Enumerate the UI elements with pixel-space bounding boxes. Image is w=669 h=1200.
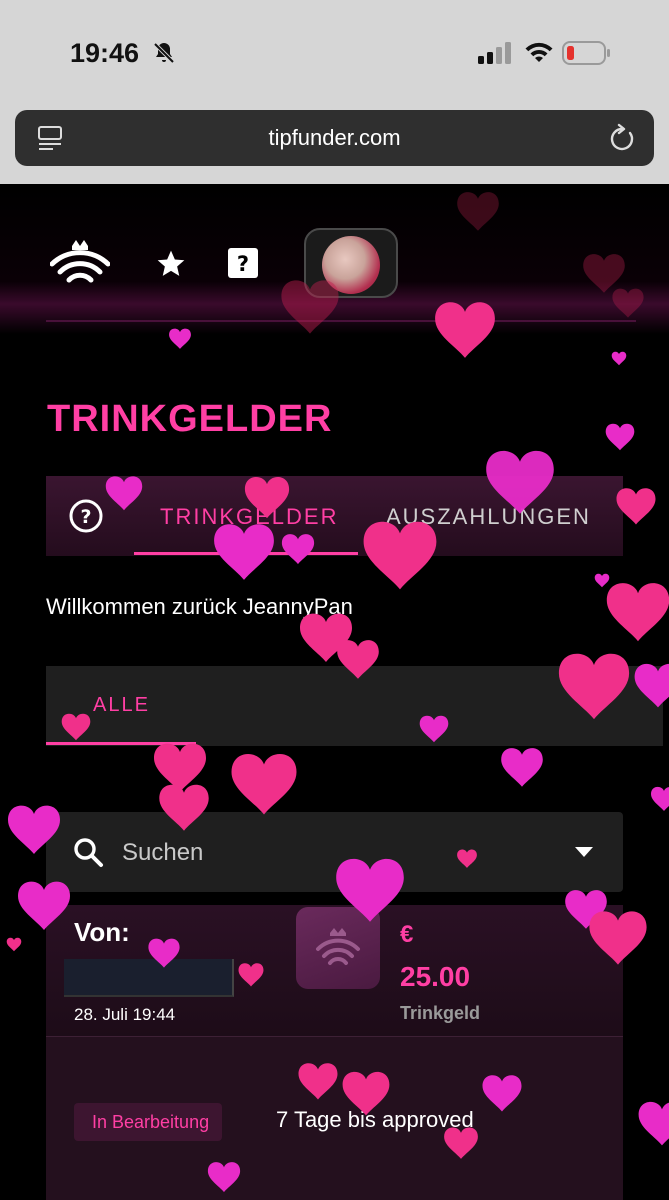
search-input[interactable]: [122, 836, 542, 870]
tip-type: Trinkgeld: [400, 1003, 481, 1023]
address-bar[interactable]: tipfunder.com: [15, 110, 654, 166]
approval-countdown: 7 Tage bis approved: [276, 1107, 474, 1132]
caret-down-icon[interactable]: [575, 847, 593, 857]
star-icon[interactable]: [155, 248, 187, 280]
svg-text:?: ?: [80, 506, 91, 528]
welcome-message: Willkommen zurück JeannyPan: [46, 594, 353, 619]
filter-tabs: ALLE: [46, 666, 663, 746]
cellular-signal-icon: [478, 42, 511, 64]
tab-active-indicator: [134, 552, 358, 555]
search-icon: [74, 838, 103, 867]
status-bar: 19:46: [0, 0, 669, 104]
profile-button[interactable]: [304, 228, 398, 298]
url-text[interactable]: tipfunder.com: [15, 125, 654, 151]
page-title: TRINKGELDER: [47, 398, 333, 440]
wifi-icon: [525, 42, 553, 62]
crown-wifi-logo-icon[interactable]: [50, 238, 110, 286]
tab-auszahlungen[interactable]: AUSZAHLUNGEN: [386, 504, 591, 530]
help-circle-icon[interactable]: ?: [68, 498, 104, 534]
bell-muted-icon: [153, 42, 175, 64]
status-time: 19:46: [70, 38, 140, 68]
tip-amount: 25.00: [400, 961, 471, 992]
redacted-sender: [64, 959, 234, 997]
header-divider: [46, 320, 636, 322]
currency-symbol: €: [400, 921, 414, 948]
tip-date: 28. Juli 19:44: [74, 1005, 176, 1024]
tab-trinkgelder[interactable]: TRINKGELDER: [160, 504, 338, 530]
battery-low-icon: [562, 41, 610, 65]
svg-text:?: ?: [237, 252, 249, 276]
crown-wifi-logo-icon: [316, 928, 360, 965]
tip-card-header: Von: 28. Juli 19:44 € 25.00 Trinkgeld: [46, 905, 623, 1037]
tab-active-indicator: [46, 742, 196, 745]
status-badge: In Bearbeitung: [74, 1103, 222, 1141]
question-icon[interactable]: ?: [228, 248, 258, 278]
browser-toolbar: tipfunder.com: [0, 104, 669, 184]
tip-card[interactable]: Von: 28. Juli 19:44 € 25.00 Trinkgeld In…: [46, 905, 623, 1200]
tipfunder-logo: [296, 907, 380, 989]
search-box[interactable]: [46, 812, 623, 892]
main-tabs: ? TRINKGELDER AUSZAHLUNGEN: [46, 476, 623, 556]
tab-alle[interactable]: ALLE: [93, 694, 150, 717]
avatar: [322, 236, 380, 294]
from-label: Von:: [74, 917, 130, 947]
reload-icon[interactable]: [608, 123, 636, 153]
